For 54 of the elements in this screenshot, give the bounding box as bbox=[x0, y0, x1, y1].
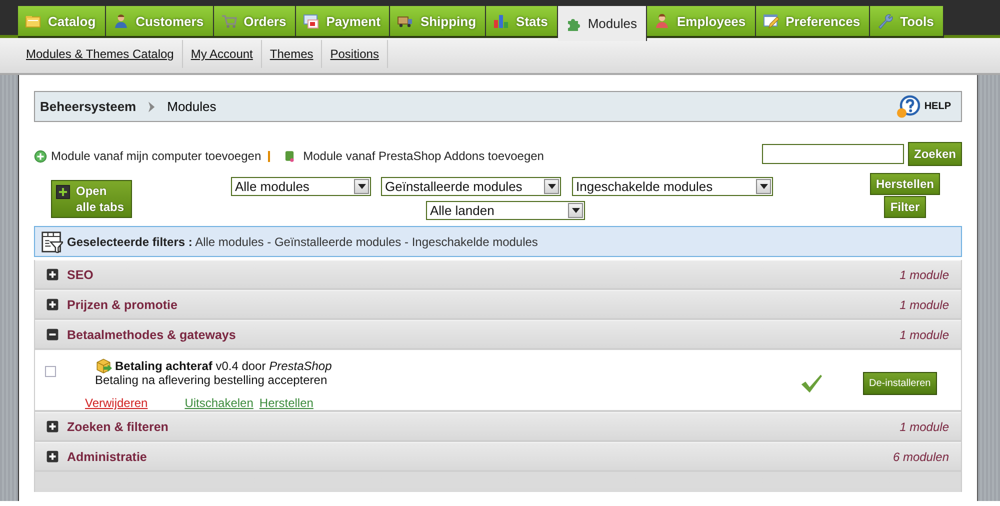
category-name: SEO bbox=[67, 268, 94, 282]
sub-nav-link[interactable]: Modules & Themes Catalog bbox=[18, 40, 183, 68]
person-icon bbox=[112, 13, 129, 29]
category-header[interactable]: Prijzen & promotie 1 module bbox=[35, 290, 961, 320]
action-link[interactable]: Herstellen bbox=[259, 396, 314, 410]
open-all-button[interactable]: Open alle tabs bbox=[51, 180, 132, 218]
category-header[interactable]: SEO 1 module bbox=[35, 260, 961, 290]
add-icon bbox=[34, 150, 47, 162]
checkbox[interactable] bbox=[45, 366, 56, 377]
search-field[interactable] bbox=[762, 144, 904, 164]
module-count: 1 module bbox=[900, 328, 949, 342]
wrench-icon bbox=[877, 13, 894, 29]
category-header[interactable]: Administratie 6 modulen bbox=[35, 442, 961, 472]
category-name: Administratie bbox=[67, 450, 147, 464]
pencil-window-icon bbox=[762, 13, 779, 29]
module-description: Betaling na aflevering bestelling accepteren bbox=[95, 373, 328, 387]
module-count: 1 module bbox=[900, 298, 949, 312]
help-icon bbox=[894, 94, 920, 118]
card-icon bbox=[303, 13, 320, 29]
module-count: 6 modulen bbox=[892, 450, 949, 464]
filter-dropdown[interactable]: Ingeschakelde modules bbox=[572, 177, 773, 196]
category-name: Prijzen & promotie bbox=[67, 298, 178, 312]
person-icon bbox=[654, 13, 670, 29]
sub-nav-link[interactable]: Positions bbox=[322, 40, 388, 68]
cart-icon bbox=[220, 13, 237, 29]
selected-filters-text: Geselecteerde filters : Alle modules - Geïnstalleerde modules - Ingeschakelde modules bbox=[67, 234, 538, 248]
add-module-link[interactable]: Module vanaf mijn computer toevoegen bbox=[51, 149, 262, 163]
package-icon bbox=[95, 357, 112, 374]
folder-icon bbox=[25, 13, 41, 29]
module-count: 1 module bbox=[900, 420, 949, 434]
help-link[interactable]: HELP bbox=[894, 94, 951, 118]
filter-icon bbox=[41, 230, 63, 252]
search-button[interactable]: Zoeken bbox=[908, 142, 962, 166]
breadcrumb-link[interactable]: Beheersysteem bbox=[40, 99, 136, 114]
nav-tab[interactable]: Modules bbox=[558, 6, 647, 41]
category-header[interactable]: Betaalmethodes & gateways 1 module bbox=[35, 320, 961, 350]
uninstall-button[interactable]: De-installeren bbox=[863, 372, 937, 395]
action-link[interactable]: Verwijderen bbox=[85, 396, 148, 410]
category-name: Betaalmethodes & gateways bbox=[67, 328, 236, 342]
category-name: Zoeken & filteren bbox=[67, 420, 168, 434]
filter-dropdown[interactable]: Geïnstalleerde modules bbox=[381, 177, 561, 196]
breadcrumb-current: Modules bbox=[167, 99, 216, 114]
addons-link[interactable]: Module vanaf PrestaShop Addons toevoegen bbox=[303, 149, 544, 163]
addons-icon bbox=[283, 149, 296, 163]
module-title: Betaling achteraf v0.4 door PrestaShop bbox=[115, 358, 332, 372]
filter-dropdown[interactable]: Alle modules bbox=[231, 177, 371, 196]
filter-dropdown[interactable]: Alle landen bbox=[426, 200, 585, 220]
action-link[interactable]: Uitschakelen bbox=[184, 396, 254, 410]
sub-nav-link[interactable]: My Account bbox=[182, 40, 262, 68]
category-header[interactable]: Zoeken & filteren 1 module bbox=[35, 412, 961, 442]
module-count: 1 module bbox=[900, 268, 949, 282]
bar-chart-icon bbox=[493, 13, 510, 29]
sub-nav-link[interactable]: Themes bbox=[262, 40, 322, 68]
plus-icon bbox=[56, 185, 70, 199]
